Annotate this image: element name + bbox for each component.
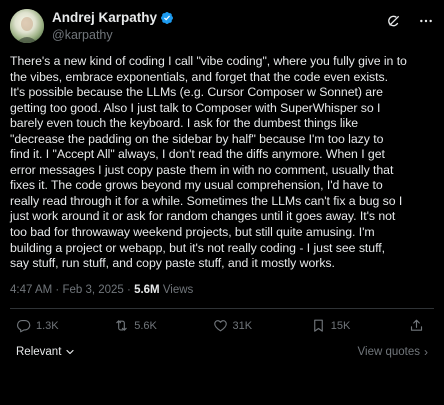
chevron-down-icon (66, 349, 74, 354)
sort-replies-dropdown[interactable]: Relevant (16, 346, 76, 358)
tweet-actions: 1.3K 5.6K 31K 15K (10, 309, 434, 343)
tweet-header: Andrej Karpathy @karpathy (10, 0, 434, 54)
tweet-text-line: the vibes, embrace exponentials, and for… (10, 69, 388, 84)
views-label: Views (159, 283, 194, 296)
tweet-footer: Relevant View quotes › (10, 343, 434, 361)
view-quotes-label: View quotes (357, 345, 420, 358)
repost-count: 5.6K (134, 319, 157, 332)
author-handle[interactable]: @karpathy (52, 27, 174, 43)
header-actions (386, 8, 434, 29)
tweet-text-line: too bad for throwaway weekend projects, … (10, 225, 375, 240)
tweet-text-line: barely even touch the keyboard. I ask fo… (10, 116, 359, 131)
tweet-text-line: really read through it for a while. Some… (10, 193, 403, 208)
avatar-image-icon (10, 9, 44, 43)
reply-count: 1.3K (36, 319, 59, 332)
like-button[interactable]: 31K (213, 318, 311, 333)
share-icon (410, 319, 423, 331)
tweet-text-line: "decrease the padding on the sidebar by … (10, 131, 384, 146)
meta-separator: · (52, 283, 63, 296)
heart-icon (213, 320, 227, 332)
view-quotes-link[interactable]: View quotes › (358, 345, 428, 359)
bookmark-button[interactable]: 15K (311, 318, 409, 333)
reply-button[interactable]: 1.3K (16, 318, 114, 333)
tweet: Andrej Karpathy @karpathy There's a new … (0, 0, 444, 405)
bookmark-count: 15K (330, 319, 351, 332)
name-row: Andrej Karpathy (52, 10, 174, 26)
bookmark-icon (313, 319, 323, 332)
reply-icon (17, 320, 31, 333)
repost-button[interactable]: 5.6K (114, 318, 212, 333)
views-count: 5.6M (134, 283, 160, 296)
tweet-meta: 4:47 AM · Feb 3, 2025 · 5.6M Views (10, 283, 434, 297)
chevron-right-icon: › (424, 344, 428, 359)
tweet-text-line: getting too good. Also I just talk to Co… (10, 100, 381, 115)
tweet-date[interactable]: Feb 3, 2025 (62, 284, 123, 296)
grok-icon[interactable] (386, 13, 402, 29)
meta-separator: · (123, 283, 135, 296)
tweet-text-line: There's a new kind of coding I call "vib… (10, 54, 407, 68)
tweet-text-line: building a project or webapp, but it's n… (10, 240, 385, 255)
tweet-text-line: say stuff, run stuff, and copy paste stu… (10, 256, 335, 271)
like-count: 31K (232, 319, 253, 332)
tweet-text-line: It's possible because the LLMs (e.g. Cur… (10, 85, 383, 100)
tweet-text-line: fixes it. The code grows beyond my usual… (10, 178, 383, 193)
tweet-text: There's a new kind of coding I call "vib… (10, 54, 434, 272)
avatar[interactable] (10, 9, 44, 43)
verified-badge-icon (161, 12, 174, 24)
author-display-name[interactable]: Andrej Karpathy (52, 10, 157, 26)
tweet-time[interactable]: 4:47 AM (10, 284, 52, 296)
share-button[interactable] (409, 318, 424, 333)
tweet-text-line: find it. I "Accept All" always, I don't … (10, 147, 385, 162)
tweet-text-line: error messages I just copy paste them in… (10, 162, 394, 177)
tweet-text-line: just work around it or ask for random ch… (10, 209, 396, 224)
author-identity: Andrej Karpathy @karpathy (52, 8, 174, 43)
more-options-icon[interactable] (418, 13, 434, 29)
sort-label: Relevant (16, 345, 62, 358)
repost-icon (116, 320, 127, 331)
